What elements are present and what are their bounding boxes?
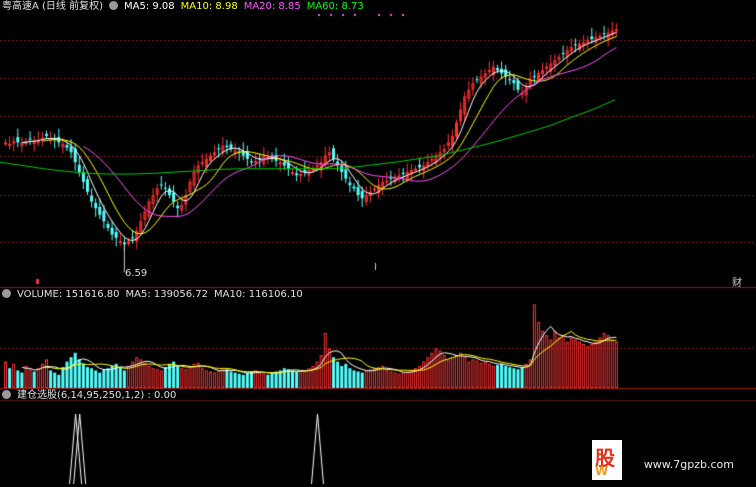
volume-label: VOLUME: 151616.80 [17,289,120,300]
low-price-annotation: 6.59 [125,268,148,279]
price-panel-header: 粤高速A (日线 前复权) MA5: 9.08 MA10: 8.98 MA20: 8.… [2,1,370,13]
watermark-logo-sub: W [595,464,609,478]
watermark-site: www.7gpzb.com [643,458,734,471]
ma60-label: MA60: 8.73 [306,1,364,12]
ma20-label: MA20: 8.85 [243,1,301,12]
indicator-label: 建仓选股(6,14,95,250,1,2) : 0.00 [17,390,177,401]
ma10-label: MA10: 8.98 [180,1,238,12]
watermark-logo: 股 W [592,440,622,480]
stock-chart-canvas [0,0,756,487]
stock-title: 粤高速A (日线 前复权) [2,1,104,12]
settings-circle-icon[interactable] [109,1,119,10]
volume-ma5-label: MA5: 139056.72 [125,289,208,300]
finance-marker: 财 [732,278,742,289]
volume-ma10-label: MA10: 116106.10 [213,289,303,300]
volume-panel-header: VOLUME: 151616.80 MA5: 139056.72 MA10: 116… [2,289,309,301]
ma5-label: MA5: 9.08 [124,1,175,12]
volume-settings-icon[interactable] [2,289,11,298]
indicator-settings-icon[interactable] [2,390,11,399]
indicator-panel-header: 建仓选股(6,14,95,250,1,2) : 0.00 [2,390,182,402]
